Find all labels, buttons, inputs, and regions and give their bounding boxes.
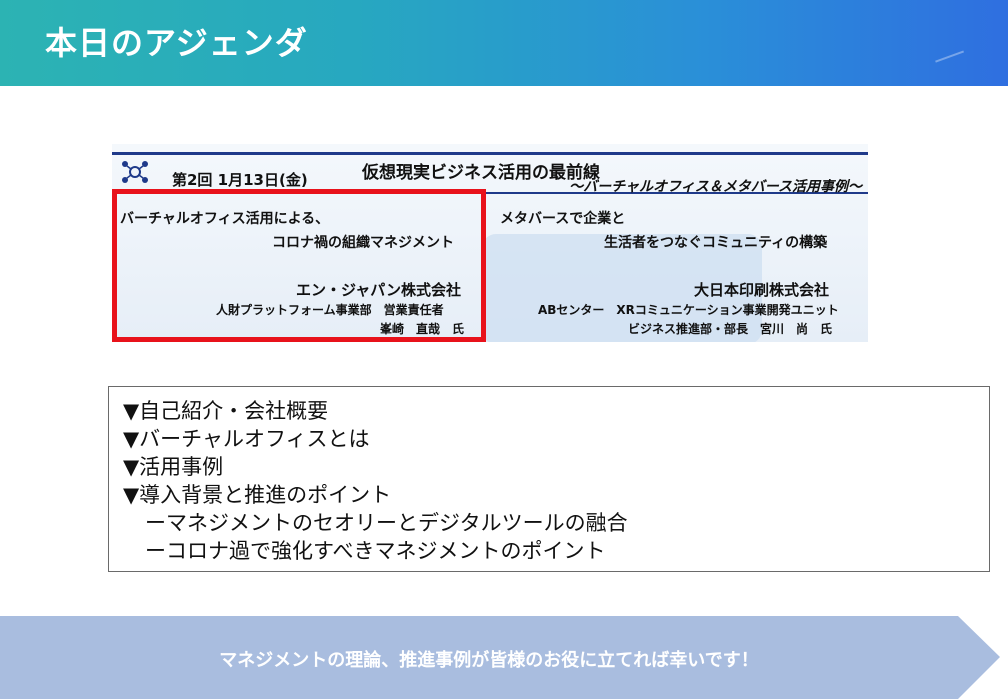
banner-session-date: 第2回 1月13日(金) <box>172 171 308 189</box>
highlight-frame <box>112 189 486 342</box>
right-topic-line2: 生活者をつなぐコミュニティの構築 <box>604 235 828 251</box>
footer-message: マネジメントの理論、推進事例が皆様のお役に立てれば幸いです！ <box>219 650 759 671</box>
slide-header: 本日のアジェンダ <box>0 0 1008 86</box>
agenda-item: ▼導入背景と推進のポイント <box>123 483 392 507</box>
header-decoration <box>935 50 971 82</box>
agenda-subitem: ーコロナ過で強化すべきマネジメントのポイント <box>145 539 606 563</box>
right-company: 大日本印刷株式会社 <box>694 281 830 299</box>
right-speaker: ビジネス推進部・部長 宮川 尚 氏 <box>628 322 833 336</box>
banner-top-rule <box>112 152 868 155</box>
agenda-subitem: ーマネジメントのセオリーとデジタルツールの融合 <box>145 511 628 535</box>
agenda-box: ▼自己紹介・会社概要 ▼バーチャルオフィスとは ▼活用事例 ▼導入背景と推進のポ… <box>108 386 990 572</box>
slide-title: 本日のアジェンダ <box>45 24 308 62</box>
agenda-item: ▼自己紹介・会社概要 <box>123 399 329 423</box>
network-icon <box>122 161 148 183</box>
right-topic-line1: メタバースで企業と <box>500 211 626 227</box>
banner-subtitle: ～バーチャルオフィス＆メタバース活用事例～ <box>569 179 862 195</box>
right-dept: ABセンター XRコミュニケーション事業開発ユニット <box>538 303 839 317</box>
agenda-item: ▼バーチャルオフィスとは <box>123 427 370 451</box>
dotted-grid-background <box>0 0 1008 699</box>
agenda-item: ▼活用事例 <box>123 455 224 479</box>
banner-title: 仮想現実ビジネス活用の最前線 <box>362 163 600 183</box>
